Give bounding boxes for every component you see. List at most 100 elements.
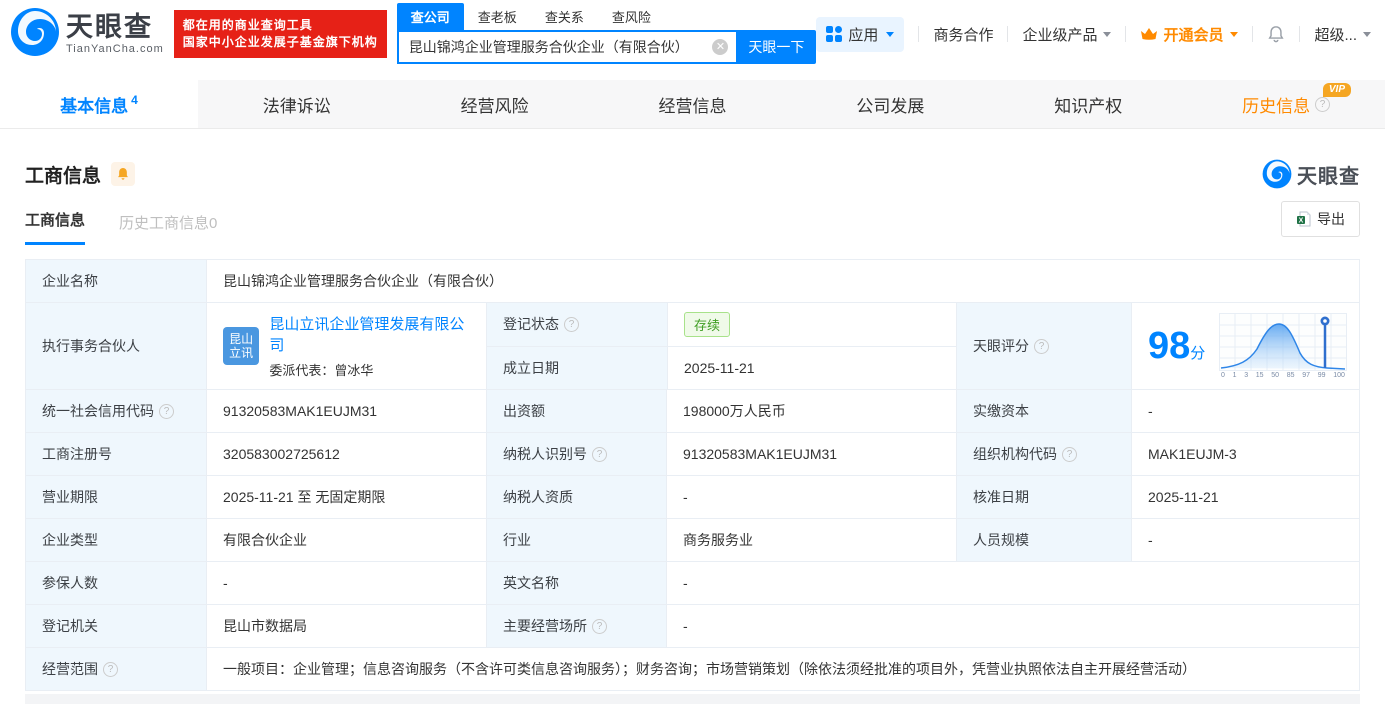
- search-tab-relation[interactable]: 查关系: [531, 3, 598, 30]
- search-tab-company[interactable]: 查公司: [396, 2, 464, 30]
- reg-number-value: 320583002725612: [206, 433, 486, 475]
- tab-company-development[interactable]: 公司发展: [791, 80, 989, 128]
- vip-label: 开通会员: [1163, 26, 1224, 44]
- menu-enterprise-products[interactable]: 企业级产品: [1022, 24, 1112, 45]
- executive-partner-value: 昆山 立讯 昆山立讯企业管理发展有限公司 委派代表：曾冰华: [206, 303, 486, 389]
- table-row: 工商注册号 320583002725612 纳税人识别号? 91320583MA…: [26, 433, 1359, 476]
- help-icon[interactable]: ?: [592, 618, 607, 634]
- table-row: 统一社会信用代码? 91320583MAK1EUJM31 出资额 198000万…: [26, 390, 1359, 433]
- reg-status-value: 存续: [667, 303, 956, 346]
- section-title: 工商信息: [25, 165, 102, 187]
- business-term-label: 营业期限: [26, 476, 206, 518]
- menu-super-vip[interactable]: 超级...: [1314, 24, 1371, 45]
- search-button[interactable]: 天眼一下: [736, 29, 817, 64]
- avatar-text: 昆山: [229, 332, 254, 346]
- tab-label: 经营风险: [460, 96, 529, 116]
- search-row: ✕ 天眼一下: [396, 29, 817, 64]
- notification-bell-icon[interactable]: [1267, 25, 1285, 43]
- logo-subtitle: TianYanCha.com: [66, 42, 164, 55]
- tab-history-info[interactable]: VIP 历史信息 ?: [1187, 80, 1385, 128]
- bottom-strip: [25, 694, 1360, 704]
- taxpayer-quality-label: 纳税人资质: [486, 476, 666, 518]
- table-row: 营业期限 2025-11-21 至 无固定期限 纳税人资质 - 核准日期 202…: [26, 476, 1359, 519]
- help-icon[interactable]: ?: [1034, 338, 1049, 354]
- help-icon[interactable]: ?: [564, 316, 579, 332]
- bell-icon: [118, 168, 128, 180]
- org-code-value: MAK1EUJM-3: [1131, 433, 1359, 475]
- tab-label: 法律诉讼: [262, 96, 331, 116]
- help-icon[interactable]: ?: [1062, 446, 1077, 462]
- apps-menu[interactable]: 应用: [816, 16, 905, 52]
- partner-company-link[interactable]: 昆山立讯企业管理发展有限公司: [269, 313, 470, 355]
- search-block: 查公司 查老板 查关系 查风险 ✕ 天眼一下: [396, 2, 817, 64]
- crown-icon: [1141, 28, 1158, 40]
- search-input[interactable]: [408, 38, 707, 55]
- reg-status-label: 登记状态?: [487, 303, 667, 346]
- divider: [918, 26, 920, 42]
- company-name-value: 昆山锦鸿企业管理服务合伙企业（有限合伙）: [206, 260, 1359, 302]
- english-name-label: 英文名称: [486, 562, 666, 604]
- status-badge: 存续: [684, 311, 731, 337]
- chart-x-ticks: 01 3 15 50 85 97 99 100: [1221, 372, 1345, 379]
- reg-authority-value: 昆山市数据局: [206, 605, 486, 647]
- search-tab-boss[interactable]: 查老板: [464, 3, 531, 30]
- tab-operation-info[interactable]: 经营信息: [594, 80, 792, 128]
- tab-label: 知识产权: [1054, 96, 1123, 116]
- divider: [1299, 26, 1301, 42]
- table-row: 企业类型 有限合伙企业 行业 商务服务业 人员规模 -: [26, 519, 1359, 562]
- business-scope-value: 一般项目：企业管理；信息咨询服务（不含许可类信息咨询服务）；财务咨询；市场营销策…: [206, 648, 1359, 690]
- table-row: 经营范围? 一般项目：企业管理；信息咨询服务（不含许可类信息咨询服务）；财务咨询…: [26, 648, 1359, 691]
- vip-badge: VIP: [1322, 83, 1352, 97]
- tab-label: 经营信息: [658, 96, 727, 116]
- staff-size-value: -: [1131, 519, 1359, 561]
- open-vip-menu[interactable]: 开通会员: [1140, 24, 1239, 45]
- svg-text:X: X: [1299, 218, 1304, 225]
- tab-operation-risk[interactable]: 经营风险: [396, 80, 594, 128]
- business-scope-label: 经营范围?: [26, 648, 206, 690]
- business-term-value: 2025-11-21 至 无固定期限: [206, 476, 486, 518]
- subtabs: 工商信息 历史工商信息0 X 导出: [25, 201, 1360, 245]
- tianyancha-watermark: 天眼查: [1262, 159, 1360, 189]
- taxpayer-id-label: 纳税人识别号?: [486, 433, 666, 475]
- table-subrow: 登记状态? 存续: [487, 303, 956, 346]
- tab-label: 历史信息: [1242, 96, 1311, 116]
- tab-basic-info[interactable]: 基本信息 4: [0, 80, 198, 128]
- clear-search-icon[interactable]: ✕: [712, 38, 729, 55]
- partner-avatar[interactable]: 昆山 立讯: [223, 327, 260, 365]
- help-icon[interactable]: ?: [1315, 96, 1331, 112]
- apps-label: 应用: [848, 26, 879, 44]
- tianyancha-logo[interactable]: 天眼查 TianYanCha.com: [10, 7, 164, 62]
- status-date-subgrid: 登记状态? 存续 成立日期 2025-11-21: [486, 303, 956, 389]
- org-code-label: 组织机构代码?: [956, 433, 1131, 475]
- subtab-history-business-info[interactable]: 历史工商信息0: [119, 212, 217, 245]
- search-tab-risk[interactable]: 查风险: [598, 3, 665, 30]
- taxpayer-quality-value: -: [666, 476, 956, 518]
- company-nav-tabs: 基本信息 4 法律诉讼 经营风险 经营信息 公司发展 知识产权 VIP 历史信息…: [0, 80, 1385, 129]
- help-icon[interactable]: ?: [103, 661, 118, 677]
- menu-cooperation[interactable]: 商务合作: [933, 24, 993, 45]
- tab-legal-proceedings[interactable]: 法律诉讼: [198, 80, 396, 128]
- chevron-down-icon: [886, 31, 895, 37]
- top-menu: 应用 商务合作 企业级产品 开通会员 超级...: [816, 16, 1371, 52]
- partner-representative: 委派代表：曾冰华: [269, 363, 374, 378]
- capital-value: 198000万人民币: [666, 390, 956, 432]
- help-icon[interactable]: ?: [592, 446, 607, 462]
- insured-count-label: 参保人数: [26, 562, 206, 604]
- tianyan-score-value: 98分 0 1 3 15 50 85 97 99 100: [1131, 303, 1359, 389]
- super-vip-label: 超级...: [1314, 26, 1357, 44]
- help-icon[interactable]: ?: [159, 403, 174, 419]
- company-type-label: 企业类型: [26, 519, 206, 561]
- paid-capital-value: -: [1131, 390, 1359, 432]
- export-label: 导出: [1317, 211, 1345, 227]
- logo-title: 天眼查: [66, 11, 153, 42]
- taxpayer-id-value: 91320583MAK1EUJM31: [666, 433, 956, 475]
- business-place-value: -: [666, 605, 1359, 647]
- subscribe-bell-button[interactable]: [111, 162, 136, 186]
- tab-intellectual-property[interactable]: 知识产权: [989, 80, 1187, 128]
- avatar-text: 立讯: [229, 346, 254, 360]
- tianyancha-swirl-icon: [10, 7, 60, 62]
- subtab-business-info[interactable]: 工商信息: [25, 209, 86, 245]
- export-button[interactable]: X 导出: [1281, 201, 1360, 237]
- enterprise-label: 企业级产品: [1022, 26, 1098, 44]
- section-header: 工商信息 天眼查: [25, 159, 1360, 189]
